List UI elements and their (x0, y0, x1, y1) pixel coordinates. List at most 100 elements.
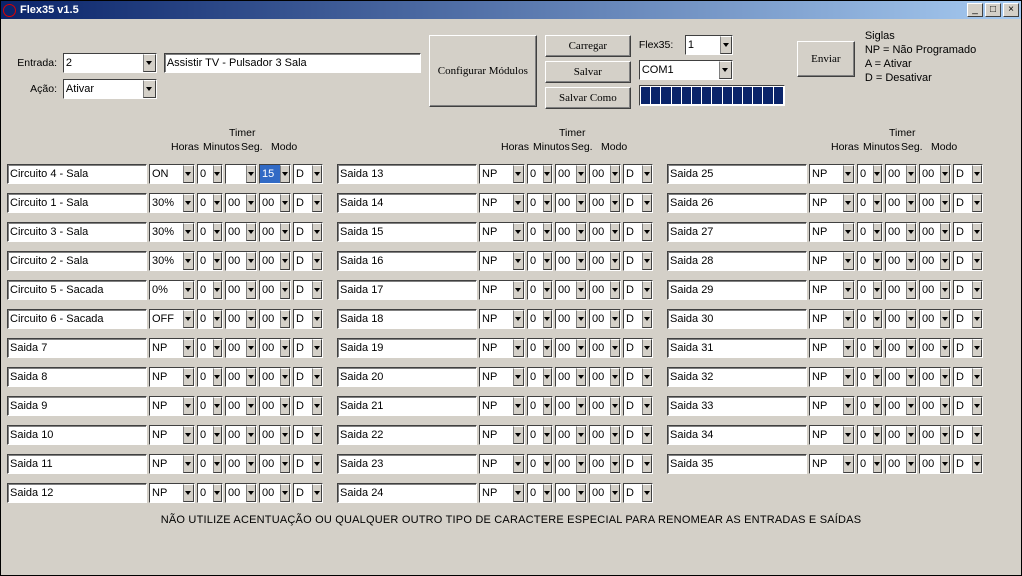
minutes-select[interactable] (225, 193, 257, 213)
chevron-down-icon[interactable] (642, 368, 652, 386)
chevron-down-icon[interactable] (246, 252, 256, 270)
chevron-down-icon[interactable] (940, 426, 950, 444)
hours-select[interactable] (527, 483, 553, 503)
minimize-button[interactable]: _ (967, 3, 983, 17)
chevron-down-icon[interactable] (183, 484, 194, 502)
chevron-down-icon[interactable] (543, 223, 552, 241)
minutes-select[interactable] (555, 309, 587, 329)
chevron-down-icon[interactable] (906, 310, 916, 328)
chevron-down-icon[interactable] (246, 223, 256, 241)
chevron-down-icon[interactable] (972, 223, 982, 241)
state-select[interactable] (149, 425, 195, 445)
chevron-down-icon[interactable] (972, 194, 982, 212)
chevron-down-icon[interactable] (642, 310, 652, 328)
mode-select[interactable] (623, 251, 653, 271)
chevron-down-icon[interactable] (513, 368, 524, 386)
mode-select[interactable] (293, 280, 323, 300)
output-name-input[interactable] (7, 193, 147, 213)
mode-select[interactable] (623, 454, 653, 474)
chevron-down-icon[interactable] (843, 194, 854, 212)
chevron-down-icon[interactable] (576, 397, 586, 415)
chevron-down-icon[interactable] (843, 368, 854, 386)
minutes-select[interactable] (225, 483, 257, 503)
state-select[interactable] (149, 164, 195, 184)
minutes-select[interactable] (225, 396, 257, 416)
chevron-down-icon[interactable] (280, 397, 290, 415)
minutes-select[interactable] (555, 251, 587, 271)
state-select[interactable] (479, 280, 525, 300)
chevron-down-icon[interactable] (642, 252, 652, 270)
output-name-input[interactable] (337, 483, 477, 503)
seconds-select[interactable] (919, 309, 951, 329)
chevron-down-icon[interactable] (213, 223, 222, 241)
mode-select[interactable] (953, 396, 983, 416)
hours-select[interactable] (857, 425, 883, 445)
minutes-select[interactable] (225, 454, 257, 474)
hours-select[interactable] (857, 338, 883, 358)
minutes-select[interactable] (885, 425, 917, 445)
hours-select[interactable] (527, 280, 553, 300)
chevron-down-icon[interactable] (642, 455, 652, 473)
state-select[interactable] (479, 367, 525, 387)
salvar-button[interactable]: Salvar (545, 61, 631, 83)
minutes-select[interactable] (885, 396, 917, 416)
salvar-como-button[interactable]: Salvar Como (545, 87, 631, 109)
chevron-down-icon[interactable] (246, 426, 256, 444)
state-select[interactable] (479, 396, 525, 416)
chevron-down-icon[interactable] (906, 223, 916, 241)
hours-select[interactable] (197, 396, 223, 416)
seconds-select[interactable] (259, 222, 291, 242)
state-select[interactable] (149, 367, 195, 387)
seconds-select[interactable] (589, 280, 621, 300)
chevron-down-icon[interactable] (280, 252, 290, 270)
mode-select[interactable] (953, 454, 983, 474)
chevron-down-icon[interactable] (576, 194, 586, 212)
hours-select[interactable] (197, 164, 223, 184)
chevron-down-icon[interactable] (543, 455, 552, 473)
chevron-down-icon[interactable] (513, 194, 524, 212)
mode-select[interactable] (623, 193, 653, 213)
seconds-select[interactable] (919, 251, 951, 271)
state-select[interactable] (479, 454, 525, 474)
seconds-select[interactable] (919, 338, 951, 358)
minutes-select[interactable] (885, 280, 917, 300)
chevron-down-icon[interactable] (642, 194, 652, 212)
chevron-down-icon[interactable] (183, 281, 194, 299)
minutes-select[interactable] (225, 164, 257, 184)
chevron-down-icon[interactable] (906, 252, 916, 270)
chevron-down-icon[interactable] (940, 281, 950, 299)
mode-select[interactable] (953, 222, 983, 242)
chevron-down-icon[interactable] (906, 426, 916, 444)
state-select[interactable] (809, 164, 855, 184)
chevron-down-icon[interactable] (280, 310, 290, 328)
chevron-down-icon[interactable] (183, 368, 194, 386)
minutes-select[interactable] (555, 222, 587, 242)
chevron-down-icon[interactable] (906, 368, 916, 386)
output-name-input[interactable] (337, 251, 477, 271)
chevron-down-icon[interactable] (610, 455, 620, 473)
chevron-down-icon[interactable] (873, 397, 882, 415)
seconds-select[interactable] (589, 425, 621, 445)
chevron-down-icon[interactable] (246, 194, 256, 212)
hours-select[interactable] (857, 367, 883, 387)
mode-select[interactable] (953, 251, 983, 271)
flex35-select[interactable] (685, 35, 733, 55)
hours-select[interactable] (527, 338, 553, 358)
minutes-select[interactable] (225, 280, 257, 300)
output-name-input[interactable] (7, 483, 147, 503)
chevron-down-icon[interactable] (312, 223, 322, 241)
chevron-down-icon[interactable] (576, 368, 586, 386)
mode-select[interactable] (293, 454, 323, 474)
mode-select[interactable] (293, 164, 323, 184)
mode-select[interactable] (293, 396, 323, 416)
chevron-down-icon[interactable] (843, 397, 854, 415)
seconds-select[interactable] (589, 338, 621, 358)
seconds-select[interactable] (589, 309, 621, 329)
chevron-down-icon[interactable] (183, 194, 194, 212)
chevron-down-icon[interactable] (213, 455, 222, 473)
state-select[interactable] (149, 483, 195, 503)
output-name-input[interactable] (7, 367, 147, 387)
chevron-down-icon[interactable] (873, 339, 882, 357)
output-name-input[interactable] (667, 309, 807, 329)
mode-select[interactable] (623, 396, 653, 416)
